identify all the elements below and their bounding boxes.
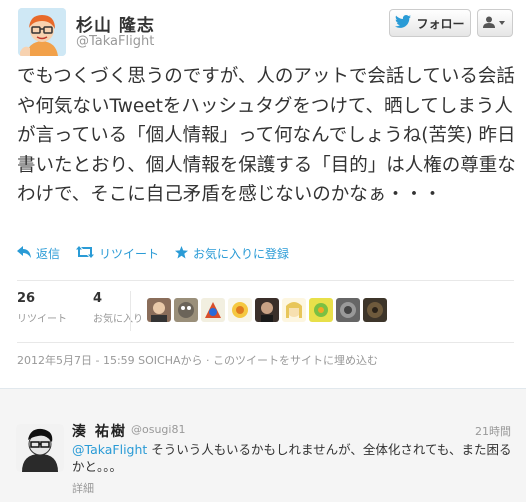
retweeter-avatar[interactable] <box>174 298 198 322</box>
retweeter-avatar[interactable] <box>336 298 360 322</box>
user-dropdown-icon <box>483 16 507 31</box>
favorite-action[interactable]: お気に入りに登録 <box>175 245 289 262</box>
reply-label: 返信 <box>36 247 61 261</box>
follow-button[interactable]: フォロー <box>389 9 471 37</box>
reply-fullname[interactable]: 湊 祐樹 <box>72 421 127 441</box>
tweet-meta[interactable]: 2012年5月7日 - 15:59 SOICHAから · このツイートをサイトに… <box>17 352 378 368</box>
user-screen-name[interactable]: @TakaFlight <box>76 34 154 49</box>
retweet-icon <box>76 246 99 261</box>
retweeter-avatar[interactable] <box>255 298 279 322</box>
retweeter-avatar[interactable] <box>282 298 306 322</box>
retweet-stat[interactable]: 26 リツイート <box>17 291 67 325</box>
retweet-action[interactable]: リツイート <box>76 245 159 262</box>
user-actions-button[interactable] <box>477 9 513 37</box>
favorite-count-label: お気に入り <box>93 314 143 325</box>
favorite-count: 4 <box>93 291 103 306</box>
retweeter-avatar[interactable] <box>147 298 171 322</box>
divider <box>17 280 514 281</box>
stats-separator <box>130 291 131 331</box>
retweeter-avatars <box>147 298 390 322</box>
star-icon <box>175 245 193 262</box>
retweet-label: リツイート <box>99 247 160 261</box>
reply-icon <box>17 246 36 261</box>
reply-action[interactable]: 返信 <box>17 245 60 262</box>
user-fullname[interactable]: 杉山 隆志 <box>76 11 155 36</box>
retweeter-avatar[interactable] <box>201 298 225 322</box>
reply-mention[interactable]: @TakaFlight <box>72 442 147 457</box>
reply-avatar[interactable] <box>16 424 64 472</box>
favorite-stat[interactable]: 4 お気に入り <box>93 291 143 325</box>
retweet-count-label: リツイート <box>17 314 67 325</box>
retweeter-avatar[interactable] <box>228 298 252 322</box>
retweeter-avatar[interactable] <box>309 298 333 322</box>
reply-timestamp[interactable]: 21時間 <box>475 423 511 439</box>
tweet-card: 杉山 隆志 @TakaFlight フォロー でもつくづく思うのですが、人のアッ… <box>0 0 526 388</box>
tweet-actions: 返信 リツイート お気に入りに登録 <box>17 245 305 262</box>
tweet-text: でもつくづく思うのですが、人のアットで会話している会話や何気ないTweetをハッ… <box>17 66 516 205</box>
reply-detail-link[interactable]: 詳細 <box>72 480 94 496</box>
retweet-count: 26 <box>17 291 36 306</box>
favorite-label: お気に入りに登録 <box>193 247 290 261</box>
follow-label: フォロー <box>416 16 465 31</box>
twitter-bird-icon <box>395 15 412 31</box>
reply-screen-name[interactable]: @osugi81 <box>131 423 185 436</box>
reply-text: @TakaFlight そういう人もいるかもしれませんが、全体化されても、また困… <box>72 441 518 475</box>
user-avatar[interactable] <box>18 8 66 56</box>
divider <box>17 342 514 343</box>
reply-tweet: 湊 祐樹 @osugi81 21時間 @TakaFlight そういう人もいるか… <box>0 388 526 502</box>
retweeter-avatar[interactable] <box>363 298 387 322</box>
